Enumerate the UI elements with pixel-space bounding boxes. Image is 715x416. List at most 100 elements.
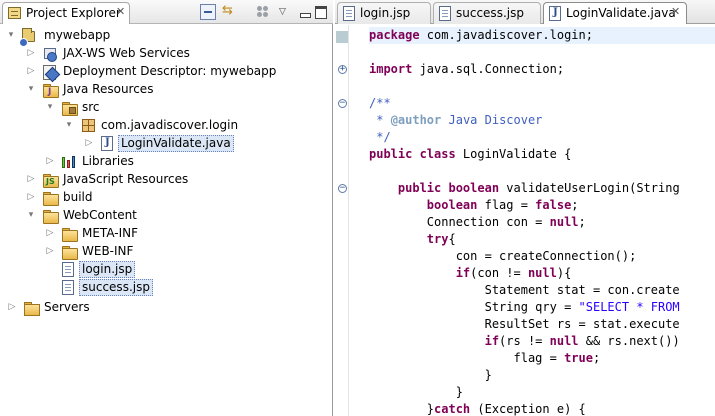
- expand-icon[interactable]: ▾: [6, 29, 16, 41]
- javascript-resources-icon: JS: [42, 172, 59, 188]
- tab-label: login.jsp: [360, 6, 411, 20]
- collapse-fold-icon[interactable]: −: [338, 99, 347, 108]
- code-token: LoginValidate {: [455, 147, 572, 161]
- code-token: Connection con =: [369, 215, 550, 229]
- code-line: String qry = "SELECT * FROM: [369, 299, 680, 316]
- code-token: ;: [592, 351, 601, 365]
- java-file-icon: J: [101, 136, 113, 151]
- code-line: if(rs != null && rs.next()): [369, 333, 680, 350]
- close-icon[interactable]: ✕: [671, 5, 680, 18]
- code-token: false: [535, 198, 572, 212]
- tab-success-jsp[interactable]: success.jsp: [433, 2, 541, 24]
- code-token: boolean: [369, 198, 478, 212]
- expand-icon[interactable]: ▷: [45, 245, 55, 257]
- view-menu-icon[interactable]: ▽: [279, 4, 295, 20]
- expand-icon[interactable]: ▾: [64, 119, 74, 131]
- code-line: */: [369, 130, 391, 144]
- java-file-icon: J: [549, 6, 561, 21]
- project-explorer-tab[interactable]: Project Explorer ✕: [2, 2, 130, 24]
- code-token: (rs !=: [499, 334, 550, 348]
- package-icon: [82, 119, 95, 132]
- tree-item-label: Java Resources: [63, 82, 154, 96]
- libraries-icon: [61, 154, 77, 169]
- project-icon: [19, 28, 35, 47]
- expand-icon[interactable]: ▷: [26, 47, 36, 59]
- tree-item-label: success.jsp: [79, 279, 153, 296]
- code-line: try{: [369, 231, 456, 248]
- jsp-file-icon: [439, 6, 451, 21]
- code-token: && rs.next()): [578, 334, 680, 348]
- tree-item-label: mywebapp: [44, 28, 111, 42]
- jsp-file-icon: [343, 6, 355, 21]
- tab-label: success.jsp: [456, 6, 524, 20]
- code-line: }catch (Exception e) {: [369, 401, 586, 416]
- project-explorer-title: Project Explorer: [26, 6, 121, 20]
- code-token: if: [369, 266, 471, 280]
- expand-icon[interactable]: ▷: [26, 191, 36, 203]
- expand-icon[interactable]: ▷: [26, 173, 36, 185]
- code-token: true: [564, 351, 593, 365]
- expand-icon[interactable]: ▷: [7, 301, 17, 313]
- tree-item-label: LoginValidate.java: [118, 135, 234, 152]
- code-token: public boolean: [369, 181, 500, 195]
- project-explorer-header: Project Explorer ✕ ⇆ ▽: [0, 0, 333, 24]
- expand-icon[interactable]: ▾: [26, 83, 36, 95]
- code-token: catch: [434, 402, 471, 416]
- expand-icon[interactable]: ▾: [26, 209, 36, 221]
- minimize-icon[interactable]: [297, 4, 313, 20]
- jsp-file-icon: [62, 262, 74, 277]
- close-icon[interactable]: ✕: [116, 5, 125, 18]
- tab-login-jsp[interactable]: login.jsp: [337, 2, 431, 24]
- source-folder-icon: [61, 100, 78, 116]
- expand-icon[interactable]: ▷: [45, 227, 55, 239]
- code-line: ResultSet rs = stat.execute: [369, 317, 680, 331]
- code-line: }: [369, 385, 463, 399]
- project-explorer-panel: Project Explorer ✕ ⇆ ▽ ▾ mywebapp ▷ JAX-…: [0, 0, 333, 416]
- code-line: import java.sql.Connection;: [369, 61, 564, 78]
- tree-item-label: JavaScript Resources: [63, 172, 189, 186]
- filter-icon[interactable]: [255, 4, 271, 20]
- maximize-icon[interactable]: [313, 4, 329, 20]
- tree-item-label: JAX-WS Web Services: [63, 46, 190, 60]
- tree-item-label: Servers: [44, 300, 90, 314]
- tree-item-label: src: [82, 100, 100, 114]
- jsp-file-icon: [62, 280, 74, 295]
- code-token: if: [369, 334, 500, 348]
- folder-icon: [61, 244, 78, 260]
- code-token: com.javadiscover.login;: [419, 28, 593, 42]
- expand-icon[interactable]: ▷: [26, 65, 36, 77]
- editor-tab-bar: login.jsp success.jsp J LoginValidate.ja…: [335, 0, 715, 24]
- deployment-descriptor-icon: [42, 64, 58, 80]
- code-token: java.sql.Connection;: [412, 62, 565, 76]
- link-with-editor-icon[interactable]: ⇆: [222, 3, 238, 20]
- expand-icon[interactable]: ▷: [45, 155, 55, 167]
- webservices-icon: [42, 46, 58, 62]
- code-line: if(con != null){: [369, 265, 572, 282]
- collapse-fold-icon[interactable]: −: [338, 184, 347, 193]
- code-token: Java Discover: [441, 113, 543, 127]
- code-area[interactable]: package com.javadiscover.login; import j…: [369, 25, 715, 416]
- code-line: Connection con = null;: [369, 214, 586, 231]
- folder-icon: [42, 208, 59, 224]
- code-token: String qry =: [369, 300, 579, 314]
- code-token: try: [369, 232, 449, 246]
- code-line: flag = true;: [369, 350, 600, 367]
- expand-icon[interactable]: ▾: [45, 101, 55, 113]
- collapse-all-icon[interactable]: [200, 4, 216, 20]
- code-token: public class: [369, 147, 456, 161]
- expand-fold-icon[interactable]: +: [338, 65, 347, 74]
- folder-icon: [42, 190, 59, 206]
- tab-loginvalidate-java[interactable]: J LoginValidate.java ✕: [543, 2, 687, 24]
- expand-icon[interactable]: ▷: [84, 137, 94, 149]
- project-explorer-icon: [8, 7, 21, 19]
- editor-gutter: + − −: [335, 25, 349, 416]
- code-line: /**: [369, 96, 391, 110]
- java-resources-icon: J: [42, 82, 59, 98]
- code-token: import: [369, 62, 413, 76]
- code-line: con = createConnection();: [369, 249, 637, 263]
- tree-item-label: Libraries: [82, 154, 134, 168]
- servers-folder-icon: [23, 300, 40, 316]
- code-token: flag =: [369, 351, 565, 365]
- code-line: package com.javadiscover.login;: [369, 27, 715, 44]
- code-line: Statement stat = con.create: [369, 283, 680, 297]
